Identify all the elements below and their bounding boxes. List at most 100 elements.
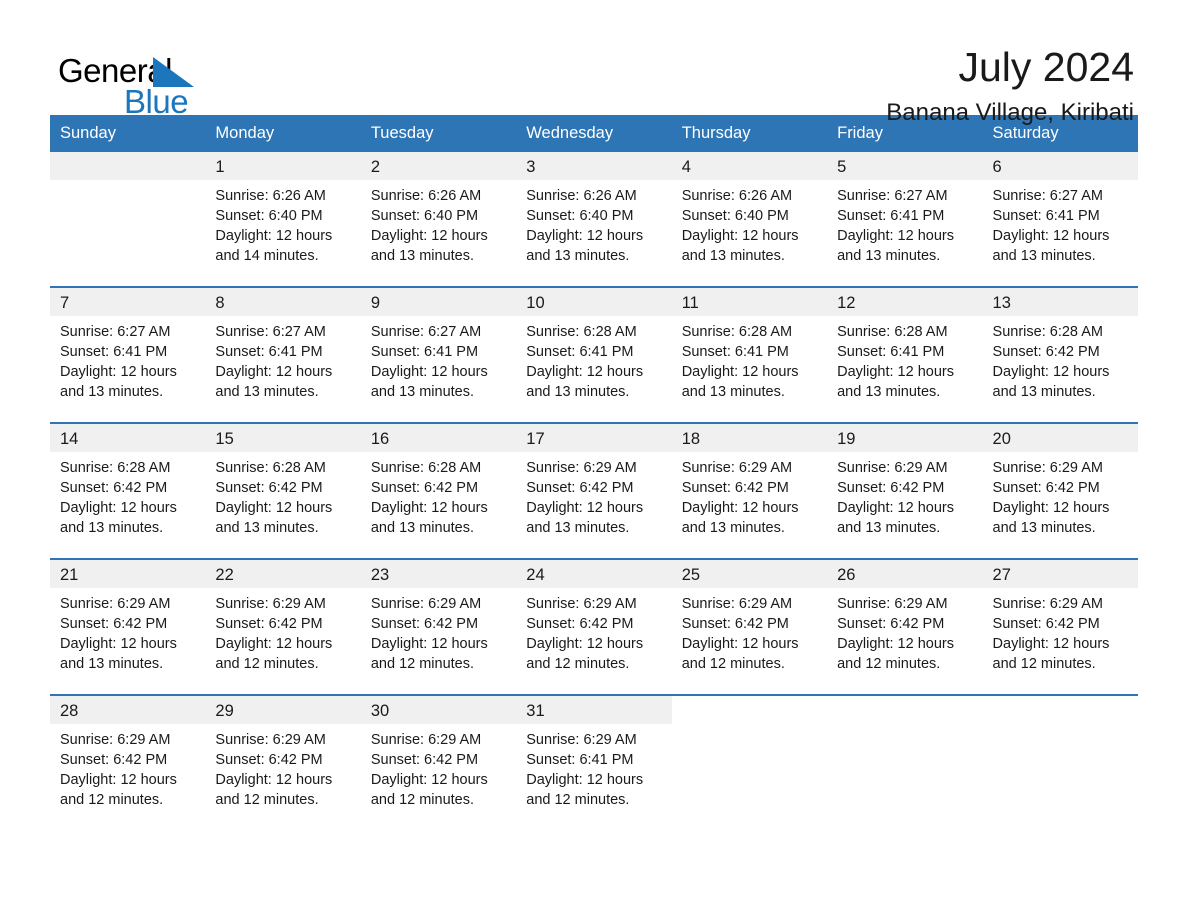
- calendar-cell: 20 Sunrise: 6:29 AM Sunset: 6:42 PM Dayligh…: [982, 422, 1138, 559]
- sunset-text: Sunset: 6:40 PM: [215, 208, 323, 224]
- day-number: [50, 152, 206, 180]
- day-cell-27[interactable]: 27 Sunrise: 6:29 AM Sunset: 6:42 PM Dayligh…: [982, 560, 1138, 694]
- sunrise-text: Sunrise: 6:28 AM: [60, 460, 171, 476]
- daylight-text-line2: and 13 minutes.: [681, 384, 785, 400]
- calendar-week-row: 1 Sunrise: 6:26 AM Sunset: 6:40 PM Daylight…: [50, 152, 1138, 287]
- day-cell-13[interactable]: 13 Sunrise: 6:28 AM Sunset: 6:42 PM Dayligh…: [982, 288, 1138, 422]
- day-cell-1[interactable]: 1 Sunrise: 6:26 AM Sunset: 6:40 PM Daylight…: [205, 152, 361, 286]
- daylight-text-line2: and 12 minutes.: [370, 792, 475, 808]
- daylight-text-line2: and 12 minutes.: [526, 656, 630, 672]
- weekday-header-tuesday: Tuesday: [360, 115, 517, 152]
- day-cell-29[interactable]: 29 Sunrise: 6:29 AM Sunset: 6:42 PM Dayligh…: [205, 696, 361, 830]
- sunset-text: Sunset: 6:42 PM: [215, 616, 323, 632]
- logo-text-blue: Blue: [124, 83, 189, 120]
- calendar-cell: 27 Sunrise: 6:29 AM Sunset: 6:42 PM Dayligh…: [982, 558, 1138, 695]
- daylight-text-line2: and 12 minutes.: [992, 656, 1096, 672]
- day-cell-14[interactable]: 14 Sunrise: 6:28 AM Sunset: 6:42 PM Dayligh…: [50, 424, 206, 558]
- daylight-text-line2: and 13 minutes.: [370, 248, 475, 264]
- day-cell-9[interactable]: 9 Sunrise: 6:27 AM Sunset: 6:41 PM Daylight…: [360, 288, 517, 422]
- daylight-text-line1: Daylight: 12 hours: [837, 364, 954, 380]
- daylight-text-line1: Daylight: 12 hours: [370, 364, 488, 380]
- day-cell-19[interactable]: 19 Sunrise: 6:29 AM Sunset: 6:42 PM Dayligh…: [827, 424, 983, 558]
- sunset-text: Sunset: 6:40 PM: [526, 208, 634, 224]
- sunrise-text: Sunrise: 6:29 AM: [681, 460, 793, 476]
- calendar-cell: 12 Sunrise: 6:28 AM Sunset: 6:41 PM Dayligh…: [827, 286, 983, 423]
- day-cell-30[interactable]: 30 Sunrise: 6:29 AM Sunset: 6:42 PM Dayligh…: [360, 696, 517, 830]
- day-details: Sunrise: 6:28 AM Sunset: 6:42 PM Daylight:…: [50, 452, 205, 538]
- day-details: Sunrise: 6:29 AM Sunset: 6:42 PM Daylight:…: [672, 588, 827, 674]
- daylight-text-line1: Daylight: 12 hours: [60, 500, 177, 516]
- sunset-text: Sunset: 6:41 PM: [837, 208, 945, 224]
- day-cell-28[interactable]: 28 Sunrise: 6:29 AM Sunset: 6:42 PM Dayligh…: [50, 696, 206, 830]
- daylight-text-line1: Daylight: 12 hours: [526, 772, 644, 788]
- day-cell-6[interactable]: 6 Sunrise: 6:27 AM Sunset: 6:41 PM Daylight…: [982, 152, 1138, 286]
- sunrise-text: Sunrise: 6:26 AM: [526, 188, 637, 204]
- day-details: Sunrise: 6:28 AM Sunset: 6:42 PM Daylight:…: [983, 316, 1138, 402]
- day-details: Sunrise: 6:29 AM Sunset: 6:42 PM Daylight:…: [361, 588, 516, 674]
- daylight-text-line2: and 13 minutes.: [526, 384, 630, 400]
- day-cell-20[interactable]: 20 Sunrise: 6:29 AM Sunset: 6:42 PM Dayligh…: [982, 424, 1138, 558]
- day-cell-10[interactable]: 10 Sunrise: 6:28 AM Sunset: 6:41 PM Dayligh…: [516, 288, 672, 422]
- day-cell-24[interactable]: 24 Sunrise: 6:29 AM Sunset: 6:42 PM Dayligh…: [516, 560, 672, 694]
- day-cell-5[interactable]: 5 Sunrise: 6:27 AM Sunset: 6:41 PM Daylight…: [827, 152, 983, 286]
- sunrise-text: Sunrise: 6:28 AM: [526, 324, 637, 340]
- day-cell-15[interactable]: 15 Sunrise: 6:28 AM Sunset: 6:42 PM Dayligh…: [205, 424, 361, 558]
- day-details: Sunrise: 6:29 AM Sunset: 6:42 PM Daylight:…: [516, 452, 671, 538]
- day-number: 3: [516, 152, 672, 180]
- day-details: Sunrise: 6:28 AM Sunset: 6:41 PM Daylight:…: [827, 316, 982, 402]
- calendar-week-row: 21 Sunrise: 6:29 AM Sunset: 6:42 PM Dayligh…: [50, 558, 1138, 695]
- sunset-text: Sunset: 6:42 PM: [837, 616, 945, 632]
- day-cell-18[interactable]: 18 Sunrise: 6:29 AM Sunset: 6:42 PM Dayligh…: [671, 424, 828, 558]
- daylight-text-line2: and 13 minutes.: [837, 248, 941, 264]
- day-cell-3[interactable]: 3 Sunrise: 6:26 AM Sunset: 6:40 PM Daylight…: [516, 152, 672, 286]
- day-number: 14: [50, 424, 206, 452]
- day-cell-17[interactable]: 17 Sunrise: 6:29 AM Sunset: 6:42 PM Dayligh…: [516, 424, 672, 558]
- day-cell-21[interactable]: 21 Sunrise: 6:29 AM Sunset: 6:42 PM Dayligh…: [50, 560, 206, 694]
- sunset-text: Sunset: 6:42 PM: [526, 480, 634, 496]
- sunset-text: Sunset: 6:42 PM: [60, 752, 168, 768]
- day-cell-26[interactable]: 26 Sunrise: 6:29 AM Sunset: 6:42 PM Dayligh…: [827, 560, 983, 694]
- day-number: 20: [982, 424, 1138, 452]
- general-blue-logo[interactable]: General Blue: [50, 46, 280, 126]
- sunset-text: Sunset: 6:41 PM: [992, 208, 1100, 224]
- daylight-text-line2: and 13 minutes.: [681, 248, 785, 264]
- day-details: Sunrise: 6:29 AM Sunset: 6:42 PM Daylight:…: [827, 452, 982, 538]
- daylight-text-line2: and 13 minutes.: [215, 520, 319, 536]
- day-number: 22: [205, 560, 361, 588]
- day-cell-31[interactable]: 31 Sunrise: 6:29 AM Sunset: 6:41 PM Dayligh…: [516, 696, 672, 830]
- day-cell-4[interactable]: 4 Sunrise: 6:26 AM Sunset: 6:40 PM Daylight…: [671, 152, 828, 286]
- daylight-text-line1: Daylight: 12 hours: [526, 228, 644, 244]
- day-number: 17: [516, 424, 672, 452]
- day-cell-16[interactable]: 16 Sunrise: 6:28 AM Sunset: 6:42 PM Dayligh…: [360, 424, 517, 558]
- day-cell-12[interactable]: 12 Sunrise: 6:28 AM Sunset: 6:41 PM Dayligh…: [827, 288, 983, 422]
- day-details: Sunrise: 6:27 AM Sunset: 6:41 PM Daylight:…: [205, 316, 360, 402]
- daylight-text-line1: Daylight: 12 hours: [681, 636, 799, 652]
- day-cell-8[interactable]: 8 Sunrise: 6:27 AM Sunset: 6:41 PM Daylight…: [205, 288, 361, 422]
- sunset-text: Sunset: 6:41 PM: [370, 344, 479, 360]
- calendar-cell: 7 Sunrise: 6:27 AM Sunset: 6:41 PM Daylight…: [50, 286, 206, 423]
- day-number: 8: [205, 288, 361, 316]
- sunset-text: Sunset: 6:42 PM: [992, 344, 1100, 360]
- sunrise-text: Sunrise: 6:29 AM: [992, 460, 1103, 476]
- day-cell-25[interactable]: 25 Sunrise: 6:29 AM Sunset: 6:42 PM Dayligh…: [671, 560, 828, 694]
- calendar-cell: 24 Sunrise: 6:29 AM Sunset: 6:42 PM Dayligh…: [516, 558, 672, 695]
- sunset-text: Sunset: 6:42 PM: [837, 480, 945, 496]
- daylight-text-line2: and 14 minutes.: [215, 248, 319, 264]
- day-cell-2[interactable]: 2 Sunrise: 6:26 AM Sunset: 6:40 PM Daylight…: [360, 152, 517, 286]
- sunrise-text: Sunrise: 6:29 AM: [60, 596, 171, 612]
- day-cell-23[interactable]: 23 Sunrise: 6:29 AM Sunset: 6:42 PM Dayligh…: [360, 560, 517, 694]
- day-cell-7[interactable]: 7 Sunrise: 6:27 AM Sunset: 6:41 PM Daylight…: [50, 288, 206, 422]
- day-cell-11[interactable]: 11 Sunrise: 6:28 AM Sunset: 6:41 PM Dayligh…: [671, 288, 828, 422]
- weekday-header-thursday: Thursday: [671, 115, 828, 152]
- day-details: Sunrise: 6:28 AM Sunset: 6:42 PM Daylight:…: [205, 452, 360, 538]
- calendar-cell: 14 Sunrise: 6:28 AM Sunset: 6:42 PM Dayligh…: [50, 422, 206, 559]
- day-details: Sunrise: 6:26 AM Sunset: 6:40 PM Daylight:…: [516, 180, 671, 266]
- sunset-text: Sunset: 6:42 PM: [992, 616, 1100, 632]
- calendar-cell: [982, 694, 1138, 830]
- day-number: 1: [205, 152, 361, 180]
- day-number: [827, 696, 983, 724]
- day-details: Sunrise: 6:26 AM Sunset: 6:40 PM Daylight:…: [205, 180, 360, 266]
- day-cell-22[interactable]: 22 Sunrise: 6:29 AM Sunset: 6:42 PM Dayligh…: [205, 560, 361, 694]
- calendar-cell: 10 Sunrise: 6:28 AM Sunset: 6:41 PM Dayligh…: [516, 286, 672, 423]
- sunset-text: Sunset: 6:42 PM: [681, 616, 789, 632]
